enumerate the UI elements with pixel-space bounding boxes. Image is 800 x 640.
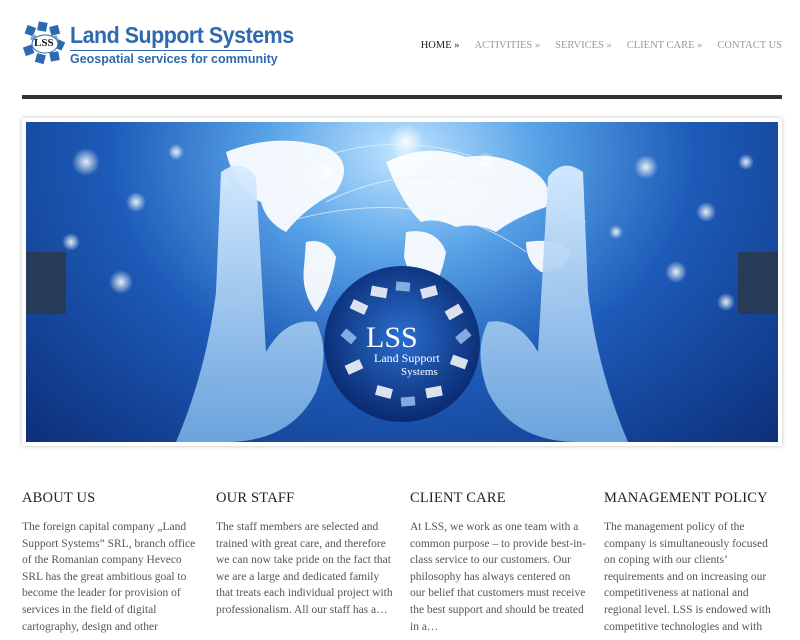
section-about-us: ABOUT US The foreign capital company „La… [22,490,199,635]
section-text: The management policy of the company is … [604,521,771,633]
globe-hands-image: LSS Land Support Systems [62,124,754,442]
info-columns: ABOUT US The foreign capital company „La… [22,490,782,635]
nav-client-care[interactable]: CLIENT CARE » [627,40,703,51]
logo-title: Land Support Systems [70,22,294,48]
section-title[interactable]: OUR STAFF [216,490,393,507]
section-management-policy: MANAGEMENT POLICY The management policy … [604,490,781,635]
site-header: LSS Land Support Systems Geospatial serv… [22,18,782,78]
section-our-staff: OUR STAFF The staff members are selected… [216,490,393,635]
nav-home[interactable]: HOME » [421,40,460,51]
hero-slide: LSS Land Support Systems [26,122,778,442]
section-text: The staff members are selected and train… [216,521,393,616]
logo-divider [70,50,252,51]
logo-badge: LSS [34,37,54,49]
main-nav: HOME » ACTIVITIES » SERVICES » CLIENT CA… [421,40,782,51]
section-text: At LSS, we work as one team with a commo… [410,521,586,633]
emblem-line1: Land Support [374,351,440,365]
site-logo[interactable]: LSS Land Support Systems Geospatial serv… [22,18,294,74]
slider-prev-button[interactable] [26,252,66,314]
section-text: The foreign capital company „Land Suppor… [22,521,196,633]
section-title[interactable]: ABOUT US [22,490,199,507]
emblem-line2: Systems [401,366,438,378]
logo-subtitle: Geospatial services for community [70,52,278,66]
nav-contact-us[interactable]: CONTACT US [717,40,782,51]
nav-services[interactable]: SERVICES » [555,40,612,51]
section-title[interactable]: MANAGEMENT POLICY [604,490,781,507]
nav-activities[interactable]: ACTIVITIES » [474,40,540,51]
emblem-text: LSS [366,321,418,354]
section-client-care: CLIENT CARE At LSS, we work as one team … [410,490,587,635]
hero-slider: LSS Land Support Systems [22,118,782,446]
section-title[interactable]: CLIENT CARE [410,490,587,507]
header-divider [22,95,782,99]
slider-next-button[interactable] [738,252,778,314]
